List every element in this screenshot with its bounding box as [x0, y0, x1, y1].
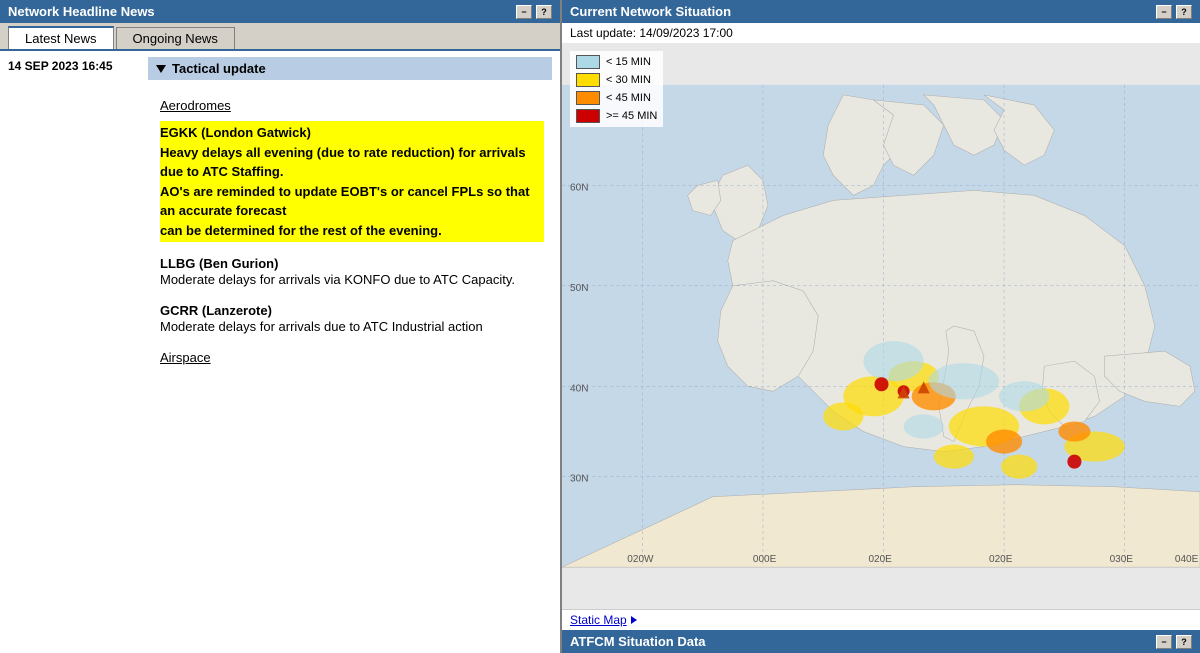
europe-map: 60N 50N 40N 30N 020W 000E 020E 020E 030E…: [562, 43, 1200, 609]
left-panel-controls: − ?: [516, 5, 552, 19]
static-map-bar[interactable]: Static Map: [562, 609, 1200, 630]
right-minimize-button[interactable]: −: [1156, 5, 1172, 19]
bottom-help-button[interactable]: ?: [1176, 635, 1192, 649]
legend-label-45plus: >= 45 MIN: [606, 110, 657, 122]
legend-label-15: < 15 MIN: [606, 56, 651, 68]
legend-item-45: < 45 MIN: [576, 91, 657, 105]
legend-item-45plus: >= 45 MIN: [576, 109, 657, 123]
tactical-label: Tactical update: [172, 61, 266, 76]
gcrr-desc: Moderate delays for arrivals due to ATC …: [160, 318, 544, 336]
aerodrome-egkk: EGKK (London Gatwick)Heavy delays all ev…: [160, 121, 544, 242]
right-panel-controls: − ?: [1156, 5, 1192, 19]
bottom-panel-controls: − ?: [1156, 635, 1192, 649]
last-update: Last update: 14/09/2023 17:00: [562, 23, 1200, 43]
bottom-minimize-button[interactable]: −: [1156, 635, 1172, 649]
svg-text:40N: 40N: [570, 383, 588, 394]
news-date-row: 14 SEP 2023 16:45 Tactical update: [0, 51, 560, 82]
static-map-arrow-icon: [631, 616, 637, 624]
aerodrome-llbg: LLBG (Ben Gurion) Moderate delays for ar…: [160, 256, 544, 289]
llbg-desc: Moderate delays for arrivals via KONFO d…: [160, 271, 544, 289]
legend-item-15: < 15 MIN: [576, 55, 657, 69]
left-panel-title: Network Headline News: [8, 4, 155, 19]
svg-text:30N: 30N: [570, 474, 588, 485]
airspace-heading: Airspace: [160, 350, 544, 365]
svg-text:030E: 030E: [1110, 554, 1134, 565]
bottom-panel-title: ATFCM Situation Data: [570, 634, 706, 649]
triangle-down-icon: [156, 65, 166, 73]
legend-color-45: [576, 91, 600, 105]
svg-text:020E: 020E: [868, 554, 892, 565]
aerodrome-gcrr: GCRR (Lanzerote) Moderate delays for arr…: [160, 303, 544, 336]
tab-bar: Latest News Ongoing News: [0, 23, 560, 51]
tactical-bar: Tactical update: [148, 57, 552, 80]
left-help-button[interactable]: ?: [536, 5, 552, 19]
egkk-name: EGKK (London Gatwick)Heavy delays all ev…: [160, 125, 530, 238]
left-panel-title-bar: Network Headline News − ?: [0, 0, 560, 23]
legend-item-30: < 30 MIN: [576, 73, 657, 87]
news-date: 14 SEP 2023 16:45: [8, 57, 148, 73]
svg-text:020W: 020W: [627, 554, 654, 565]
right-panel: Current Network Situation − ? Last updat…: [562, 0, 1200, 653]
aerodromes-heading: Aerodromes: [160, 98, 544, 113]
left-panel: Network Headline News − ? Latest News On…: [0, 0, 562, 653]
bottom-panel-title-bar: ATFCM Situation Data − ?: [562, 630, 1200, 653]
svg-text:040E: 040E: [1175, 554, 1199, 565]
tab-latest-news[interactable]: Latest News: [8, 26, 114, 49]
legend-color-15: [576, 55, 600, 69]
legend-label-30: < 30 MIN: [606, 74, 651, 86]
right-panel-title-bar: Current Network Situation − ?: [562, 0, 1200, 23]
svg-text:020E: 020E: [989, 554, 1013, 565]
left-minimize-button[interactable]: −: [516, 5, 532, 19]
llbg-name: LLBG (Ben Gurion): [160, 256, 544, 271]
right-help-button[interactable]: ?: [1176, 5, 1192, 19]
legend-color-45plus: [576, 109, 600, 123]
right-panel-title: Current Network Situation: [570, 4, 731, 19]
news-body: Aerodromes EGKK (London Gatwick)Heavy de…: [0, 82, 560, 373]
news-content[interactable]: 14 SEP 2023 16:45 Tactical update Aerodr…: [0, 51, 560, 653]
svg-text:50N: 50N: [570, 283, 588, 294]
legend-color-30: [576, 73, 600, 87]
svg-text:000E: 000E: [753, 554, 777, 565]
egkk-content: EGKK (London Gatwick)Heavy delays all ev…: [160, 121, 544, 242]
tab-ongoing-news[interactable]: Ongoing News: [116, 27, 235, 49]
map-area: < 15 MIN < 30 MIN < 45 MIN >= 45 MIN: [562, 43, 1200, 609]
legend-label-45: < 45 MIN: [606, 92, 651, 104]
svg-text:60N: 60N: [570, 182, 588, 193]
static-map-label: Static Map: [570, 613, 627, 627]
gcrr-name: GCRR (Lanzerote): [160, 303, 544, 318]
map-legend: < 15 MIN < 30 MIN < 45 MIN >= 45 MIN: [570, 51, 663, 127]
